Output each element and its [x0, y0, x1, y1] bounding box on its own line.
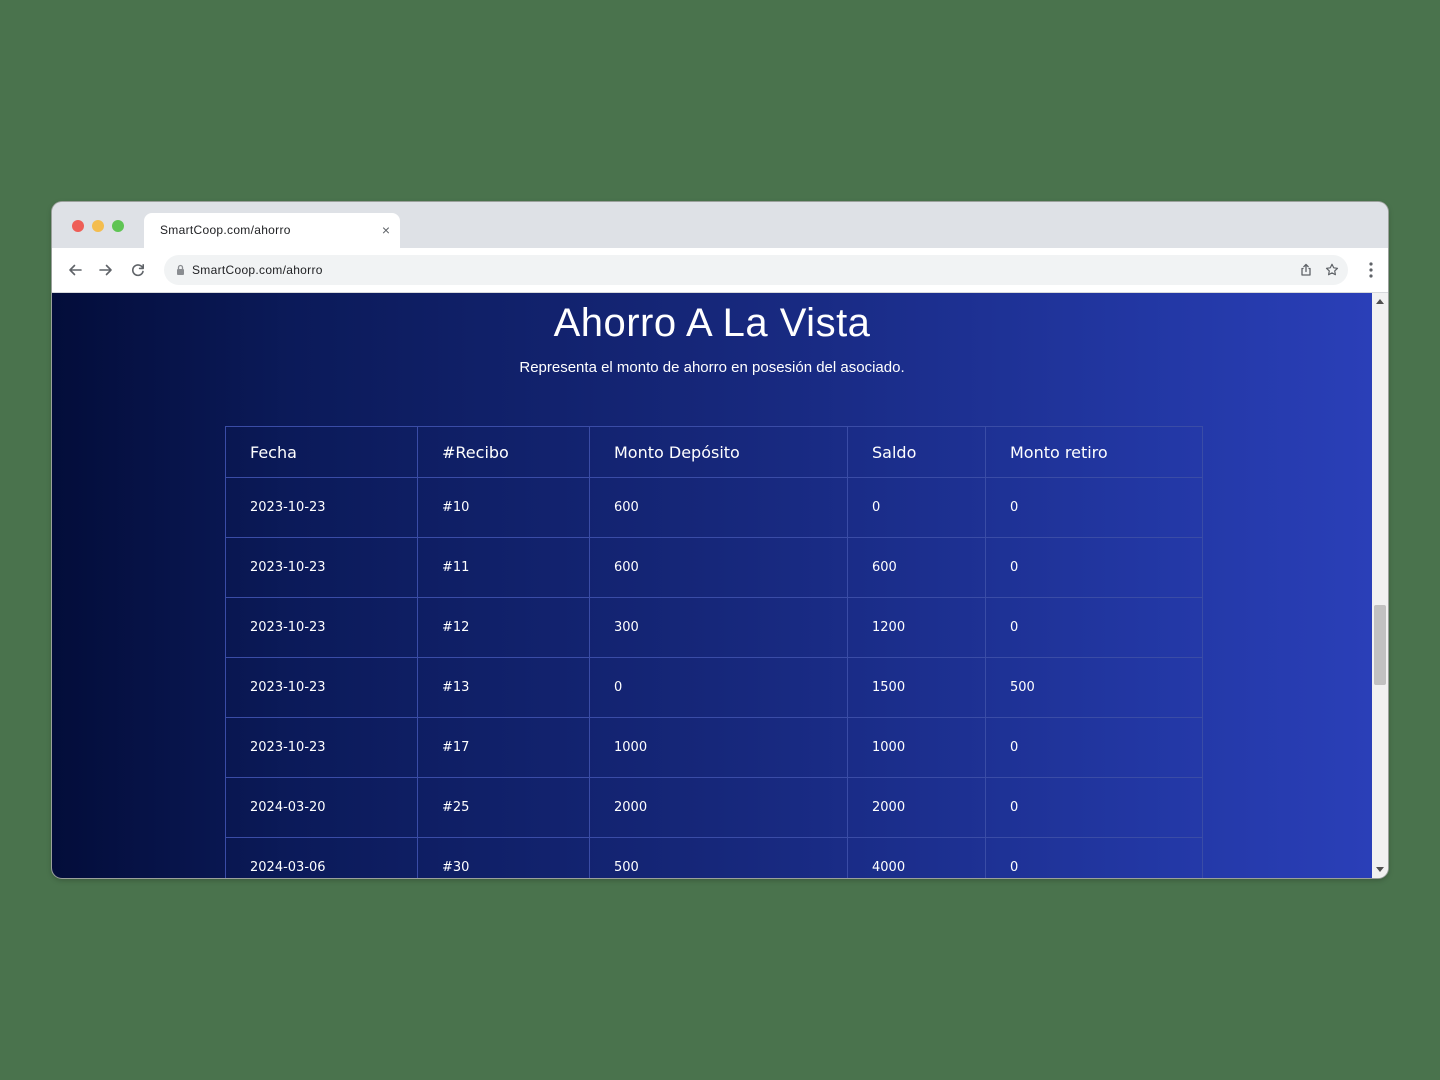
cell-fecha: 2023-10-23 [225, 657, 418, 718]
browser-toolbar: SmartCoop.com/ahorro [52, 248, 1388, 293]
back-arrow-icon[interactable] [65, 260, 85, 280]
table-row: 2023-10-23 #17 1000 1000 0 [225, 717, 1203, 778]
cell-saldo: 0 [847, 477, 986, 538]
cell-recibo: #13 [417, 657, 590, 718]
browser-titlebar: SmartCoop.com/ahorro × [52, 202, 1388, 248]
cell-monto-retiro: 0 [985, 837, 1203, 878]
table-row: 2023-10-23 #11 600 600 0 [225, 537, 1203, 598]
cell-recibo: #25 [417, 777, 590, 838]
cell-monto-retiro: 0 [985, 777, 1203, 838]
scroll-down-arrow-icon[interactable] [1376, 867, 1384, 872]
cell-recibo: #30 [417, 837, 590, 878]
column-header-fecha: Fecha [225, 426, 418, 478]
kebab-menu-icon[interactable] [1368, 260, 1374, 280]
cell-monto-deposito: 0 [589, 657, 848, 718]
cell-fecha: 2023-10-23 [225, 537, 418, 598]
close-window-button[interactable] [72, 220, 84, 232]
cell-saldo: 4000 [847, 837, 986, 878]
cell-monto-deposito: 300 [589, 597, 848, 658]
browser-window: SmartCoop.com/ahorro × SmartCoop.com/aho… [52, 202, 1388, 878]
tab-close-icon[interactable]: × [382, 222, 390, 238]
cell-monto-retiro: 0 [985, 717, 1203, 778]
vertical-scrollbar[interactable] [1372, 293, 1388, 878]
cell-saldo: 1500 [847, 657, 986, 718]
cell-saldo: 2000 [847, 777, 986, 838]
cell-recibo: #11 [417, 537, 590, 598]
table-row: 2023-10-23 #13 0 1500 500 [225, 657, 1203, 718]
cell-recibo: #12 [417, 597, 590, 658]
share-icon[interactable] [1298, 262, 1314, 278]
cell-recibo: #17 [417, 717, 590, 778]
reload-icon[interactable] [128, 260, 148, 280]
cell-fecha: 2023-10-23 [225, 477, 418, 538]
cell-monto-deposito: 600 [589, 477, 848, 538]
minimize-window-button[interactable] [92, 220, 104, 232]
cell-monto-retiro: 0 [985, 537, 1203, 598]
cell-saldo: 600 [847, 537, 986, 598]
table-row: 2023-10-23 #10 600 0 0 [225, 477, 1203, 538]
browser-tab[interactable]: SmartCoop.com/ahorro × [144, 213, 400, 248]
column-header-recibo: #Recibo [417, 426, 590, 478]
address-bar[interactable]: SmartCoop.com/ahorro [164, 255, 1348, 285]
tab-title: SmartCoop.com/ahorro [160, 223, 291, 237]
table-row: 2024-03-06 #30 500 4000 0 [225, 837, 1203, 878]
scrollbar-thumb[interactable] [1374, 605, 1386, 685]
cell-monto-deposito: 600 [589, 537, 848, 598]
lock-icon [174, 263, 188, 277]
cell-recibo: #10 [417, 477, 590, 538]
cell-saldo: 1000 [847, 717, 986, 778]
table-row: 2024-03-20 #25 2000 2000 0 [225, 777, 1203, 838]
star-icon[interactable] [1324, 262, 1340, 278]
column-header-saldo: Saldo [847, 426, 986, 478]
cell-monto-deposito: 500 [589, 837, 848, 878]
forward-arrow-icon[interactable] [96, 260, 116, 280]
ahorro-table: Fecha #Recibo Monto Depósito Saldo Monto… [225, 426, 1203, 878]
table-header-row: Fecha #Recibo Monto Depósito Saldo Monto… [225, 426, 1203, 478]
column-header-monto-retiro: Monto retiro [985, 426, 1203, 478]
cell-monto-deposito: 2000 [589, 777, 848, 838]
cell-fecha: 2023-10-23 [225, 597, 418, 658]
table-row: 2023-10-23 #12 300 1200 0 [225, 597, 1203, 658]
cell-fecha: 2024-03-06 [225, 837, 418, 878]
page-viewport: Ahorro A La Vista Representa el monto de… [52, 293, 1372, 878]
page-subtitle: Representa el monto de ahorro en posesió… [519, 359, 905, 376]
page-title: Ahorro A La Vista [553, 301, 871, 345]
cell-monto-deposito: 1000 [589, 717, 848, 778]
url-text[interactable]: SmartCoop.com/ahorro [192, 263, 323, 277]
cell-fecha: 2024-03-20 [225, 777, 418, 838]
cell-monto-retiro: 500 [985, 657, 1203, 718]
column-header-monto-deposito: Monto Depósito [589, 426, 848, 478]
cell-monto-retiro: 0 [985, 477, 1203, 538]
scroll-up-arrow-icon[interactable] [1376, 299, 1384, 304]
maximize-window-button[interactable] [112, 220, 124, 232]
cell-saldo: 1200 [847, 597, 986, 658]
cell-monto-retiro: 0 [985, 597, 1203, 658]
cell-fecha: 2023-10-23 [225, 717, 418, 778]
